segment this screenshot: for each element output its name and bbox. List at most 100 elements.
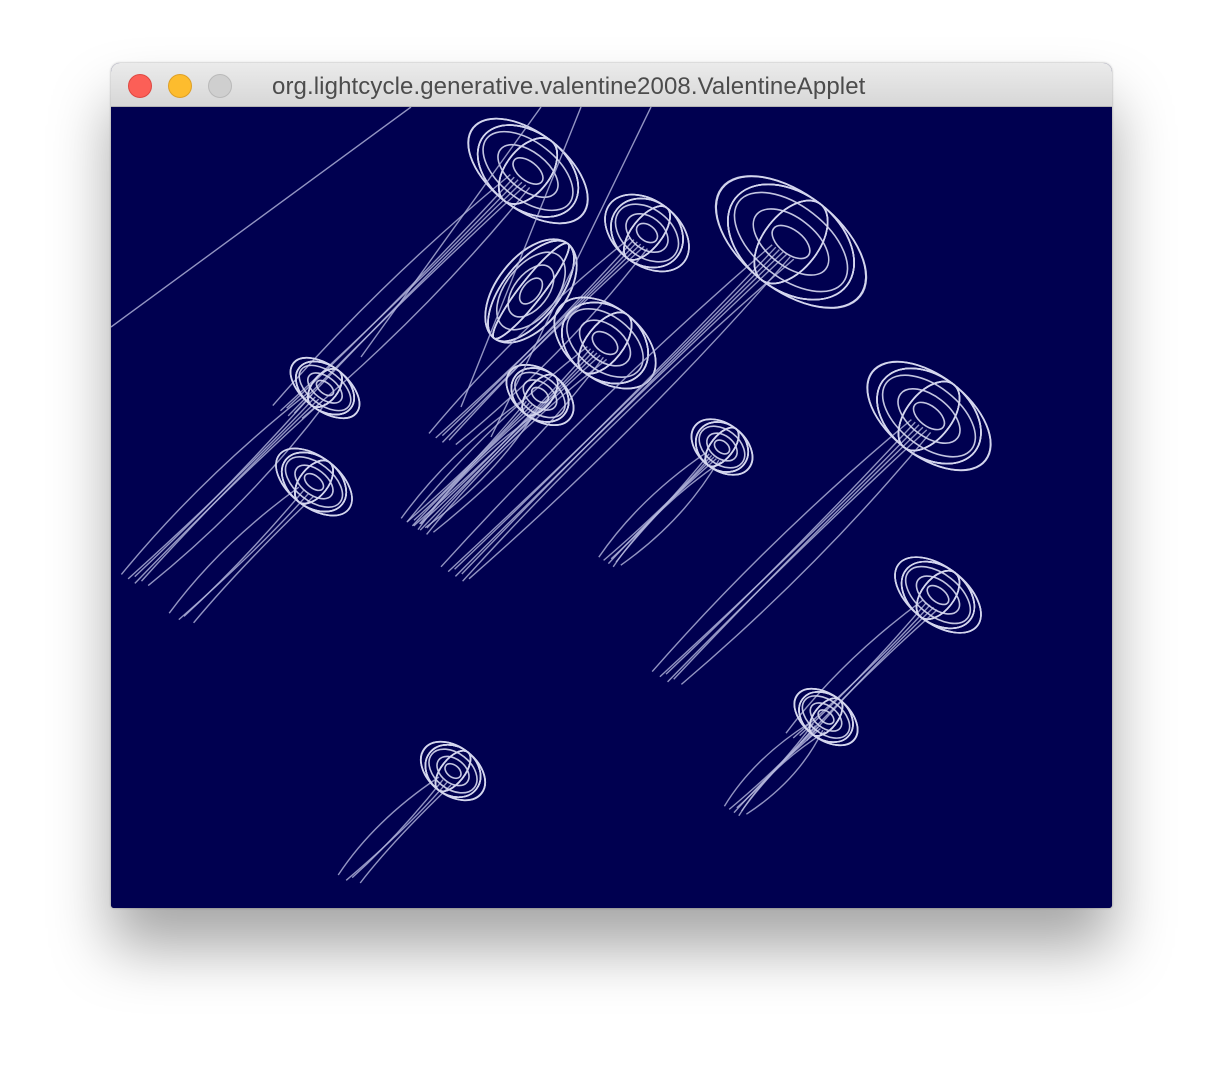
bell-ring [578,319,632,367]
bell-meridian [915,570,961,620]
jellyfish-tentacle [183,489,305,617]
bell-ring [518,277,544,305]
jellyfish-tentacle [598,451,708,558]
bell-ring [444,762,462,780]
jellyfish-tentacle [280,179,519,412]
jellyfish-tentacle [806,606,935,741]
jellyfish-tentacle [738,731,826,817]
bell-meridian [484,238,578,344]
jellyfish-tentacle [428,236,632,434]
jellyfish-tentacle [140,398,320,582]
jellyfish-tentacle [447,249,780,573]
bell-meridian [915,570,961,620]
bell-meridian [484,238,578,344]
jellyfish-tentacle [673,426,924,680]
bell-meridian [492,242,570,340]
bell-meridian [497,137,559,205]
bell-meridian [497,137,559,205]
jellyfish-bell [604,193,690,273]
close-button[interactable] [128,74,152,98]
bell-meridian [420,740,486,802]
jellyfish-bell [420,740,486,802]
bell-meridian [434,749,472,793]
bell-meridian [866,361,992,471]
jellyfish-scene [111,107,992,884]
bell-ring [530,386,550,404]
bell-meridian [866,361,992,471]
jellyfish-tentacle [426,352,598,529]
jellyfish-bell [714,175,868,309]
bell-meridian [897,380,961,452]
bell-meridian [294,459,334,505]
bell-meridian [897,380,961,452]
bell-meridian [492,242,570,340]
bell-meridian [753,199,829,285]
bell-ring [591,330,619,356]
bell-meridian [610,197,684,269]
jellyfish-tentacle [799,609,938,744]
jellyfish-tentacle [612,461,722,568]
bell-meridian [275,447,353,517]
bell-meridian [424,743,482,799]
jellyfish [337,740,486,884]
bell-meridian [294,459,334,505]
zoom-button[interactable] [208,74,232,98]
bell-meridian [897,380,961,452]
bell-meridian [492,242,570,340]
jellyfish-tentacle [607,458,717,565]
jellyfish-tentacle [345,781,448,881]
jellyfish-tentacle [360,107,542,358]
bell-meridian [294,459,334,505]
jellyfish-tentacle [736,723,814,809]
bell-meridian [753,199,829,285]
jellyfish [440,175,868,582]
jellyfish-tentacle [168,486,300,614]
jellyfish [598,418,754,568]
jellyfish [400,364,575,531]
applet-canvas[interactable] [111,107,1112,908]
bell-meridian [275,447,353,517]
jellyfish [785,556,982,744]
jellyfish-tentacle [733,728,821,814]
bell-meridian [492,242,570,340]
bell-meridian [894,556,982,634]
bell-meridian [753,199,829,285]
jellyfish-tentacle [337,776,440,876]
applet-window: org.lightcycle.generative.valentine2008.… [111,63,1112,908]
jellyfish-tentacle [120,391,310,575]
jellyfish-tentacle [413,400,527,521]
bell-meridian [434,749,472,793]
bell-meridian [434,749,472,793]
title-bar[interactable]: org.lightcycle.generative.valentine2008.… [111,63,1112,107]
bell-meridian [894,556,982,634]
bell-meridian [497,137,559,205]
jellyfish-tentacle [785,599,924,734]
jellyfish-bell [690,418,754,476]
bell-meridian [915,570,961,620]
bell-ring [713,439,731,455]
jellyfish-tentacle [460,107,582,408]
bell-meridian [604,193,690,273]
bell-meridian [897,380,961,452]
minimize-button[interactable] [168,74,192,98]
jellyfish [168,447,353,624]
jellyfish-tentacle [659,424,920,678]
jellyfish-bell [484,238,578,344]
bell-meridian [715,175,867,309]
jellyfish-tentacle [651,419,912,673]
bell-meridian [289,356,361,420]
jellyfish-tentacle [610,453,710,560]
bell-meridian [690,418,754,476]
bell-meridian [753,199,829,285]
bell-meridian [289,356,361,420]
jellyfish-tentacle [111,107,412,328]
jellyfish-tentacle [359,784,452,884]
jellyfish-bell [275,447,353,517]
jellyfish [723,687,859,817]
jellyfish-tentacle [746,729,824,815]
bell-ring [289,357,361,419]
bell-ring [714,175,868,309]
jellyfish [484,238,578,344]
bell-ring [428,748,478,794]
bell-meridian [915,570,961,620]
